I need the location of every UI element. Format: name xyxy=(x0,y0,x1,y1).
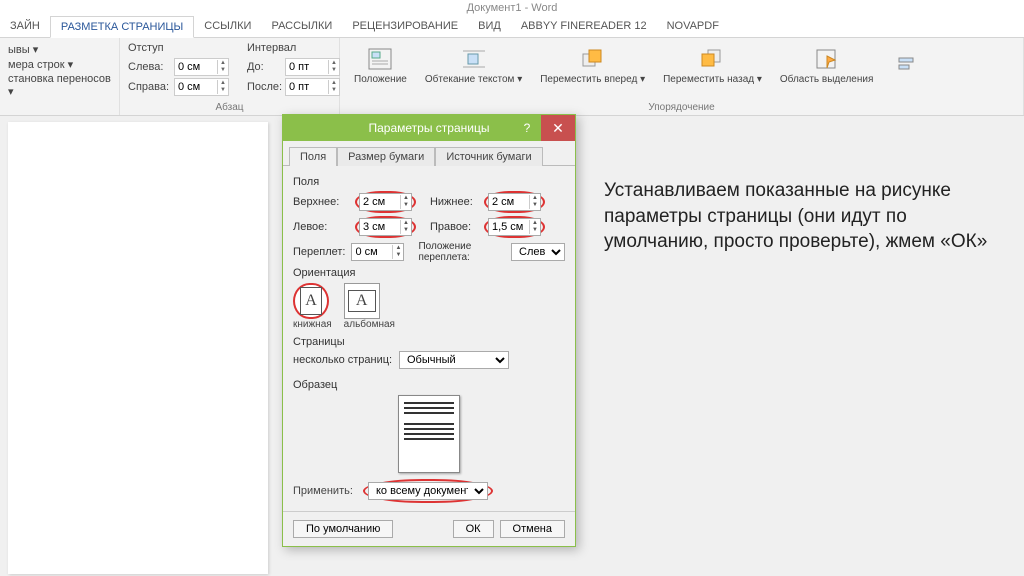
tab-design[interactable]: ЗАЙН xyxy=(0,16,50,37)
send-backward-icon xyxy=(696,44,728,74)
tab-source[interactable]: Источник бумаги xyxy=(435,147,542,166)
tab-page-layout[interactable]: РАЗМЕТКА СТРАНИЦЫ xyxy=(50,16,194,38)
indent-label: Отступ xyxy=(128,42,229,54)
default-button[interactable]: По умолчанию xyxy=(293,520,393,538)
tab-novapdf[interactable]: novaPDF xyxy=(657,16,729,37)
ribbon-tabs: ЗАЙН РАЗМЕТКА СТРАНИЦЫ ССЫЛКИ РАССЫЛКИ Р… xyxy=(0,16,1024,38)
instruction-text: Устанавливаем показанные на рисунке пара… xyxy=(604,178,1004,255)
pages-label: Страницы xyxy=(293,336,565,348)
help-button[interactable]: ? xyxy=(513,115,541,141)
dialog-footer: По умолчанию ОК Отмена xyxy=(283,511,575,546)
tab-references[interactable]: ССЫЛКИ xyxy=(194,16,261,37)
spacing-after-input[interactable]: ▲▼ xyxy=(285,78,340,96)
hyphenation-item[interactable]: становка переносов ▾ xyxy=(8,72,111,99)
ribbon-group-arrange: Положение Обтекание текстом ▾ Переместит… xyxy=(340,38,1024,115)
dialog-titlebar: Параметры страницы ? ✕ xyxy=(283,115,575,141)
interval-label: Интервал xyxy=(247,42,340,54)
align-icon xyxy=(891,50,923,80)
indent-right-input[interactable]: ▲▼ xyxy=(174,78,229,96)
margin-right-input[interactable]: ▲▼ xyxy=(488,218,541,236)
align-button[interactable] xyxy=(885,48,929,82)
close-button[interactable]: ✕ xyxy=(541,115,575,141)
selection-pane-icon xyxy=(811,44,843,74)
selection-pane-button[interactable]: Область выделения xyxy=(774,42,880,87)
document-page[interactable] xyxy=(8,122,268,574)
spacing-before-input[interactable]: ▲▼ xyxy=(285,58,340,76)
tab-paper[interactable]: Размер бумаги xyxy=(337,147,435,166)
bring-forward-button[interactable]: Переместить вперед ▾ xyxy=(534,42,651,87)
orientation-landscape[interactable]: A альбомная xyxy=(344,283,395,330)
sample-label: Образец xyxy=(293,379,565,391)
dialog-tabs: Поля Размер бумаги Источник бумаги xyxy=(283,141,575,166)
margins-section-label: Поля xyxy=(293,176,565,188)
orientation-label: Ориентация xyxy=(293,267,565,279)
tab-margins[interactable]: Поля xyxy=(289,147,337,166)
window-title: Документ1 - Word xyxy=(0,0,1024,16)
margin-left-input[interactable]: ▲▼ xyxy=(359,218,412,236)
position-icon xyxy=(364,44,396,74)
ok-button[interactable]: ОК xyxy=(453,520,494,538)
sample-preview xyxy=(398,395,460,473)
tab-mailings[interactable]: РАССЫЛКИ xyxy=(261,16,342,37)
ribbon: ывы ▾ мера строк ▾ становка переносов ▾ … xyxy=(0,38,1024,116)
ribbon-group-paragraph: Отступ Слева: ▲▼ Справа: ▲▼ Интервал До:… xyxy=(120,38,340,115)
page-setup-dialog: Параметры страницы ? ✕ Поля Размер бумаг… xyxy=(282,114,576,547)
margin-bottom-input[interactable]: ▲▼ xyxy=(488,193,541,211)
send-backward-button[interactable]: Переместить назад ▾ xyxy=(657,42,768,87)
multiple-pages-select[interactable]: Обычный xyxy=(399,351,509,369)
tab-view[interactable]: ВИД xyxy=(468,16,511,37)
apply-to-select[interactable]: ко всему документу xyxy=(368,482,488,500)
margin-top-input[interactable]: ▲▼ xyxy=(359,193,412,211)
tab-abbyy[interactable]: ABBYY FineReader 12 xyxy=(511,16,657,37)
orientation-portrait[interactable]: A книжная xyxy=(293,283,332,330)
ribbon-group-breaks: ывы ▾ мера строк ▾ становка переносов ▾ xyxy=(0,38,120,115)
wrap-text-icon xyxy=(458,44,490,74)
breaks-item[interactable]: ывы ▾ xyxy=(8,42,111,57)
gutter-input[interactable]: ▲▼ xyxy=(351,243,404,261)
position-button[interactable]: Положение xyxy=(348,42,413,87)
line-numbers-item[interactable]: мера строк ▾ xyxy=(8,57,111,72)
gutter-position-select[interactable]: Слева xyxy=(511,243,565,261)
cancel-button[interactable]: Отмена xyxy=(500,520,565,538)
dialog-body: Поля Верхнее: ▲▼ Нижнее: ▲▼ Левое: ▲▼ Пр… xyxy=(283,165,575,511)
wrap-text-button[interactable]: Обтекание текстом ▾ xyxy=(419,42,528,87)
indent-left-input[interactable]: ▲▼ xyxy=(174,58,229,76)
tab-review[interactable]: РЕЦЕНЗИРОВАНИЕ xyxy=(342,16,468,37)
bring-forward-icon xyxy=(577,44,609,74)
